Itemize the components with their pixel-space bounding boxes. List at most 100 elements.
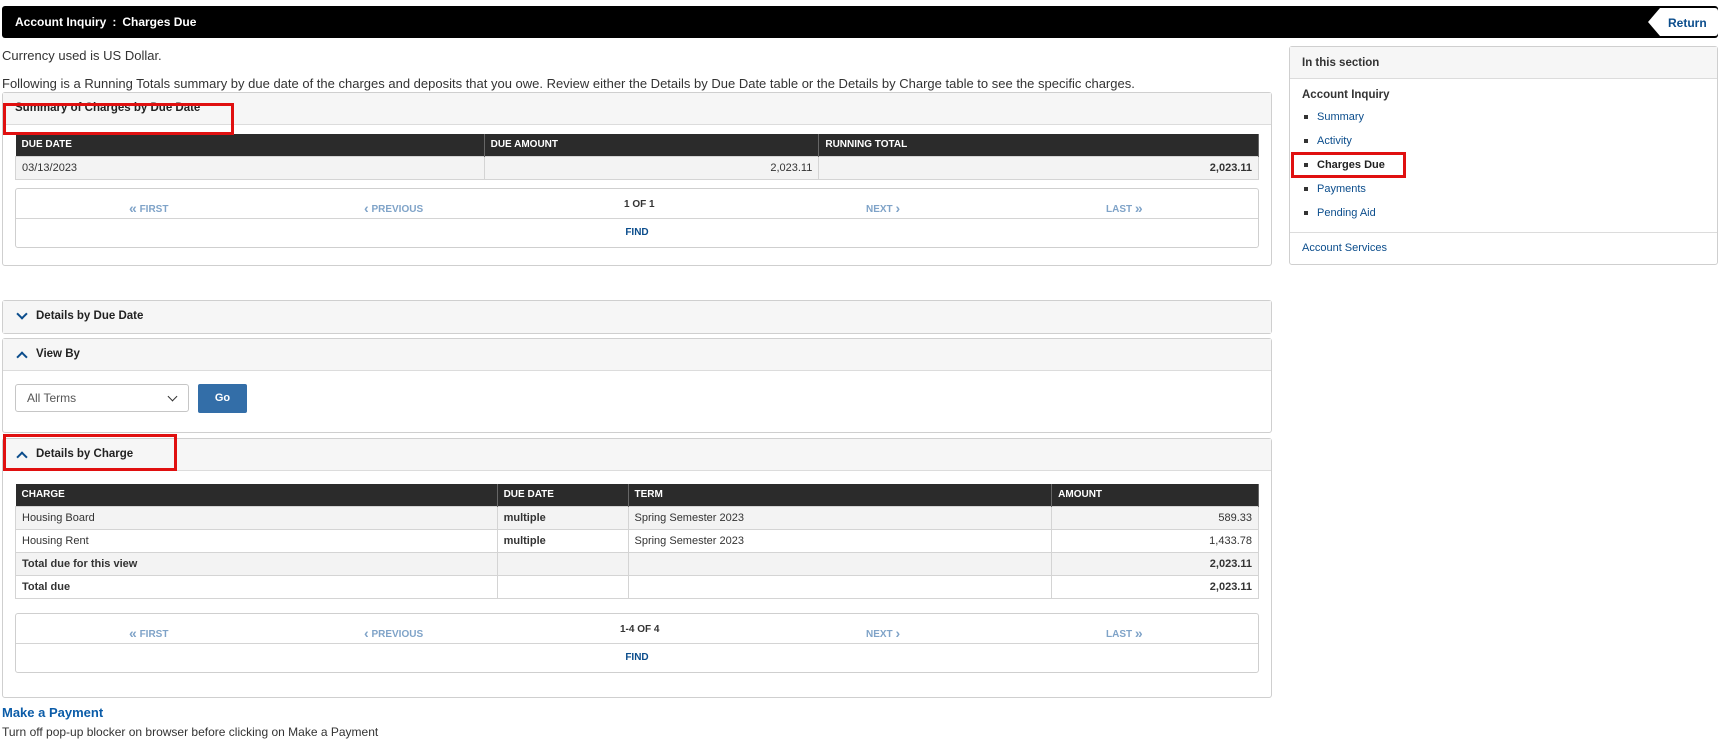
payment-note: Turn off pop-up blocker on browser befor… — [2, 725, 379, 739]
summary-panel-header: Summary of Charges by Due Date — [3, 93, 1271, 125]
cell-amount: 589.33 — [1051, 505, 1259, 530]
chevron-up-icon — [16, 351, 28, 363]
sidebar-item-activity[interactable]: Activity — [1304, 135, 1352, 147]
total-view-label: Total due for this view — [15, 551, 498, 576]
details-charge-header[interactable]: Details by Charge — [3, 439, 1271, 471]
cell-due-date: 03/13/2023 — [15, 155, 485, 180]
pager-last[interactable]: LAST » — [1106, 624, 1143, 641]
empty-cell — [496, 551, 629, 576]
total-label: Total due — [15, 574, 498, 599]
total-row: Total due 2,023.11 — [15, 574, 1259, 599]
details-charge-title: Details by Charge — [36, 448, 134, 460]
pager-last-label: LAST — [1106, 204, 1133, 215]
pager-find[interactable]: FIND — [16, 652, 1258, 663]
sidebar-item-payments[interactable]: Payments — [1304, 183, 1366, 195]
chevron-right-icon: › — [895, 625, 901, 641]
details-due-date-panel: Details by Due Date — [2, 300, 1272, 334]
cell-due-date-link[interactable]: multiple — [496, 505, 629, 530]
view-by-panel: View By All Terms Go — [2, 338, 1272, 433]
col-due-amount: DUE AMOUNT — [484, 134, 820, 156]
pager-next-label: NEXT — [866, 629, 893, 640]
pager-first[interactable]: « FIRST — [129, 199, 169, 216]
double-chevron-right-icon: » — [1134, 200, 1143, 216]
total-view-row: Total due for this view 2,023.11 — [15, 551, 1259, 576]
sidebar-item-summary[interactable]: Summary — [1303, 111, 1364, 123]
pager-previous[interactable]: ‹ PREVIOUS — [364, 624, 423, 641]
summary-panel: Summary of Charges by Due Date DUE DATE … — [2, 92, 1272, 266]
charges-table-header: CHARGE DUE DATE TERM AMOUNT — [15, 484, 1259, 506]
sidebar-item-charges-due[interactable]: Charges Due — [1304, 159, 1385, 171]
sidebar-account-services[interactable]: Account Services — [1302, 242, 1387, 254]
chevron-left-icon: ‹ — [364, 625, 369, 641]
cell-charge: Housing Board — [15, 505, 498, 530]
cell-charge: Housing Rent — [15, 528, 498, 553]
cell-term: Spring Semester 2023 — [627, 528, 1053, 553]
col-charge: CHARGE — [15, 484, 498, 506]
pager-first-label: FIRST — [139, 629, 169, 640]
table-row: Housing Rent multiple Spring Semester 20… — [15, 528, 1259, 553]
empty-cell — [627, 551, 1053, 576]
pager-find[interactable]: FIND — [16, 227, 1258, 238]
cell-due-amount: 2,023.11 — [483, 155, 820, 180]
double-chevron-left-icon: « — [129, 625, 137, 641]
chevron-up-icon — [16, 451, 28, 463]
charges-pager: « FIRST ‹ PREVIOUS 1-4 OF 4 NEXT › LAST … — [15, 613, 1259, 673]
double-chevron-right-icon: » — [1134, 625, 1143, 641]
col-running-total: RUNNING TOTAL — [818, 134, 1259, 156]
charges-table: CHARGE DUE DATE TERM AMOUNT Housing Boar… — [15, 484, 1259, 599]
details-due-date-title: Details by Due Date — [36, 310, 144, 322]
empty-cell — [627, 574, 1053, 599]
term-select-value: All Terms — [27, 391, 77, 405]
breadcrumb-account-inquiry[interactable]: Account Inquiry — [15, 15, 106, 29]
breadcrumb-separator: : — [112, 15, 117, 29]
pager-row: « FIRST ‹ PREVIOUS 1-4 OF 4 NEXT › LAST … — [16, 614, 1258, 644]
pager-previous-label: PREVIOUS — [371, 204, 424, 215]
chevron-down-icon — [16, 308, 28, 320]
cell-term: Spring Semester 2023 — [627, 505, 1053, 530]
summary-table-header: DUE DATE DUE AMOUNT RUNNING TOTAL — [15, 134, 1259, 156]
go-button[interactable]: Go — [198, 384, 247, 413]
chevron-left-icon: ‹ — [364, 200, 369, 216]
chevron-down-icon — [167, 391, 178, 402]
make-payment-link[interactable]: Make a Payment — [2, 705, 103, 720]
intro-description: Following is a Running Totals summary by… — [2, 76, 1135, 91]
view-by-header[interactable]: View By — [3, 339, 1271, 371]
pager-first-label: FIRST — [139, 204, 169, 215]
pager-previous[interactable]: ‹ PREVIOUS — [364, 199, 424, 216]
sidebar-item-pending-aid[interactable]: Pending Aid — [1304, 207, 1376, 219]
summary-pager: « FIRST ‹ PREVIOUS 1 OF 1 NEXT › LAST » … — [15, 188, 1259, 248]
details-charge-panel: Details by Charge CHARGE DUE DATE TERM A… — [2, 438, 1272, 698]
col-due-date: DUE DATE — [15, 134, 485, 156]
return-button[interactable]: Return — [1648, 8, 1718, 36]
pager-next[interactable]: NEXT › — [866, 624, 901, 641]
total-amount: 2,023.11 — [1051, 574, 1259, 599]
col-amount: AMOUNT — [1051, 484, 1259, 506]
pager-last-label: LAST — [1106, 629, 1133, 640]
currency-note: Currency used is US Dollar. — [2, 48, 162, 63]
summary-table: DUE DATE DUE AMOUNT RUNNING TOTAL 03/13/… — [15, 134, 1259, 180]
col-due-date: DUE DATE — [497, 484, 629, 506]
sidebar: In this section Account Inquiry Summary … — [1289, 46, 1718, 265]
sidebar-header: In this section — [1290, 47, 1717, 79]
empty-cell — [496, 574, 629, 599]
col-term: TERM — [628, 484, 1053, 506]
cell-due-date-link[interactable]: multiple — [496, 528, 629, 553]
pager-next[interactable]: NEXT › — [866, 199, 900, 216]
pager-row: « FIRST ‹ PREVIOUS 1 OF 1 NEXT › LAST » — [16, 189, 1258, 219]
pager-first[interactable]: « FIRST — [129, 624, 169, 641]
view-by-title: View By — [36, 348, 80, 360]
sidebar-title: In this section — [1302, 57, 1380, 69]
pager-last[interactable]: LAST » — [1106, 199, 1143, 216]
sidebar-divider — [1290, 232, 1717, 233]
double-chevron-left-icon: « — [129, 200, 137, 216]
total-view-amount: 2,023.11 — [1051, 551, 1259, 576]
summary-panel-title: Summary of Charges by Due Date — [15, 102, 201, 114]
breadcrumb: Account Inquiry: Charges Due — [15, 15, 196, 29]
cell-amount: 1,433.78 — [1051, 528, 1259, 553]
term-select[interactable]: All Terms — [15, 384, 189, 412]
table-row: 03/13/2023 2,023.11 2,023.11 — [15, 155, 1259, 180]
details-due-date-header[interactable]: Details by Due Date — [3, 301, 1271, 333]
sidebar-group-account-inquiry[interactable]: Account Inquiry — [1302, 89, 1390, 101]
pager-current: 1 OF 1 — [624, 199, 655, 210]
breadcrumb-charges-due: Charges Due — [122, 15, 197, 29]
